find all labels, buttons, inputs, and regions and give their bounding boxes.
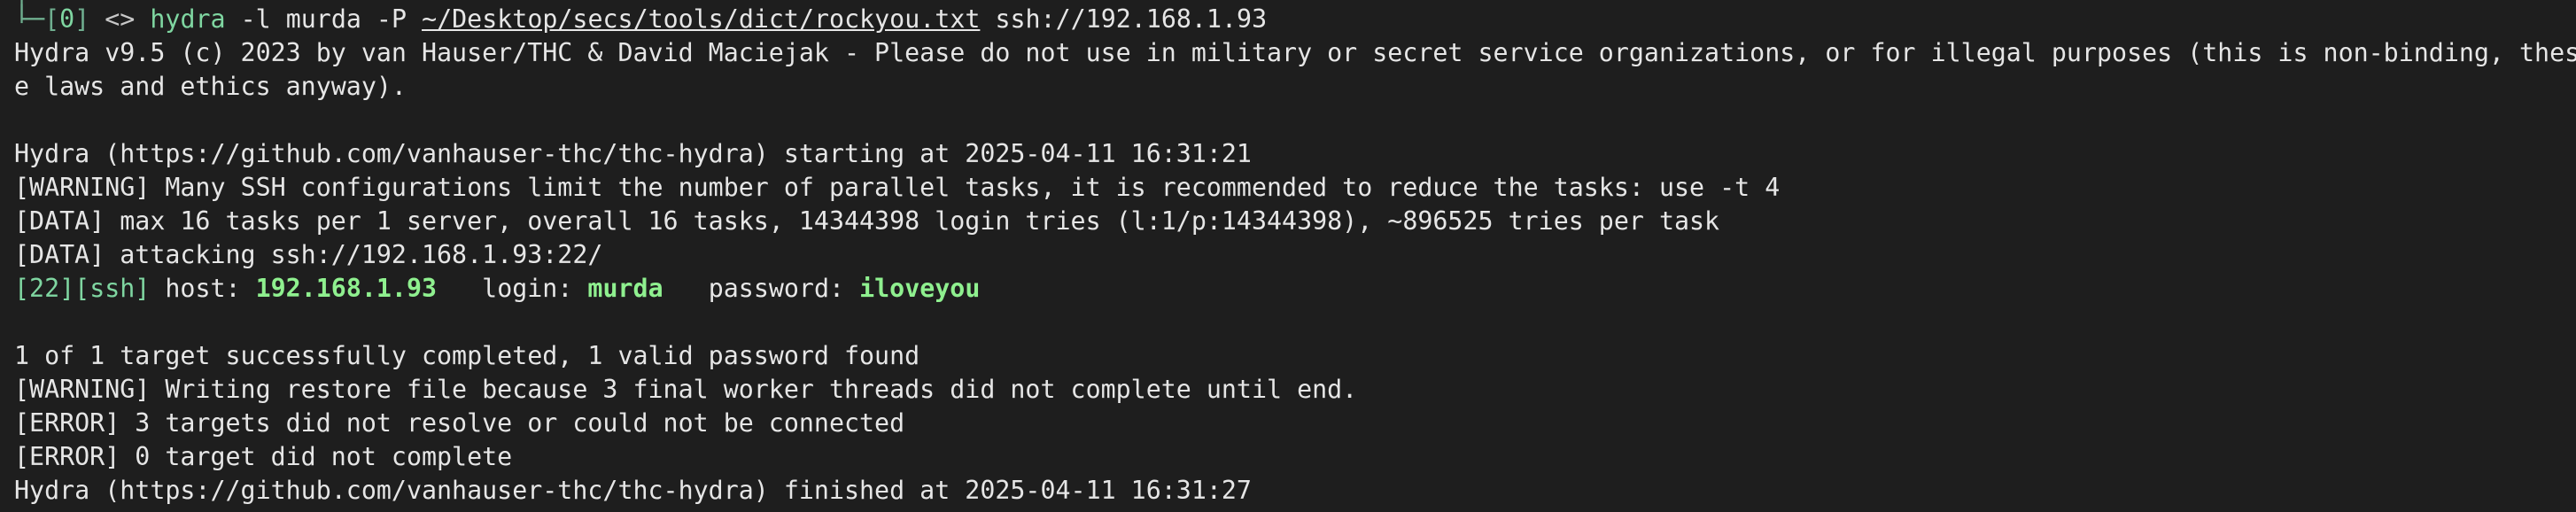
summary-line: 1 of 1 target successfully completed, 1 … [14, 341, 920, 370]
result-login: murda [587, 274, 663, 303]
error-resolve-line: [ERROR] 3 targets did not resolve or cou… [14, 408, 905, 438]
prompt-arrow-icon: <> [105, 4, 136, 34]
wordlist-path-link[interactable]: ~/Desktop/secs/tools/dict/rockyou.txt [422, 4, 980, 34]
warning-tasks-line: [WARNING] Many SSH configurations limit … [14, 173, 1781, 202]
password-label: password: [663, 274, 860, 303]
command-args: -l murda -P [240, 4, 407, 34]
data-attacking-line: [DATA] attacking ssh://192.168.1.93:22/ [14, 240, 603, 269]
host-label: host: [150, 274, 256, 303]
error-complete-line: [ERROR] 0 target did not complete [14, 442, 513, 471]
command-line: └─[0] <> hydra -l murda -P ~/Desktop/sec… [14, 3, 1267, 36]
result-password: iloveyou [859, 274, 981, 303]
finished-line: Hydra (https://github.com/vanhauser-thc/… [14, 476, 1252, 505]
starting-line: Hydra (https://github.com/vanhauser-thc/… [14, 139, 1252, 168]
result-port: [22] [14, 274, 75, 303]
warning-restore-line: [WARNING] Writing restore file because 3… [14, 375, 1358, 404]
prompt-bracket: └─[ [14, 4, 60, 34]
result-service: [ssh] [74, 274, 151, 303]
prompt-bracket-close: ] [74, 4, 90, 34]
login-label: login: [437, 274, 588, 303]
result-line: [22][ssh] host: 192.168.1.93 login: murd… [14, 272, 980, 306]
result-host: 192.168.1.93 [255, 274, 438, 303]
data-tasks-line: [DATA] max 16 tasks per 1 server, overal… [14, 206, 1720, 236]
target-url: ssh://192.168.1.93 [995, 4, 1268, 34]
exit-code: 0 [59, 4, 75, 34]
command-name: hydra [150, 4, 226, 34]
terminal-window[interactable]: │ └─[0] <> hydra -l murda -P ~/Desktop/s… [0, 0, 2576, 512]
banner-line-1: Hydra v9.5 (c) 2023 by van Hauser/THC & … [14, 38, 2576, 67]
banner-line-2: e laws and ethics anyway). [14, 72, 407, 101]
